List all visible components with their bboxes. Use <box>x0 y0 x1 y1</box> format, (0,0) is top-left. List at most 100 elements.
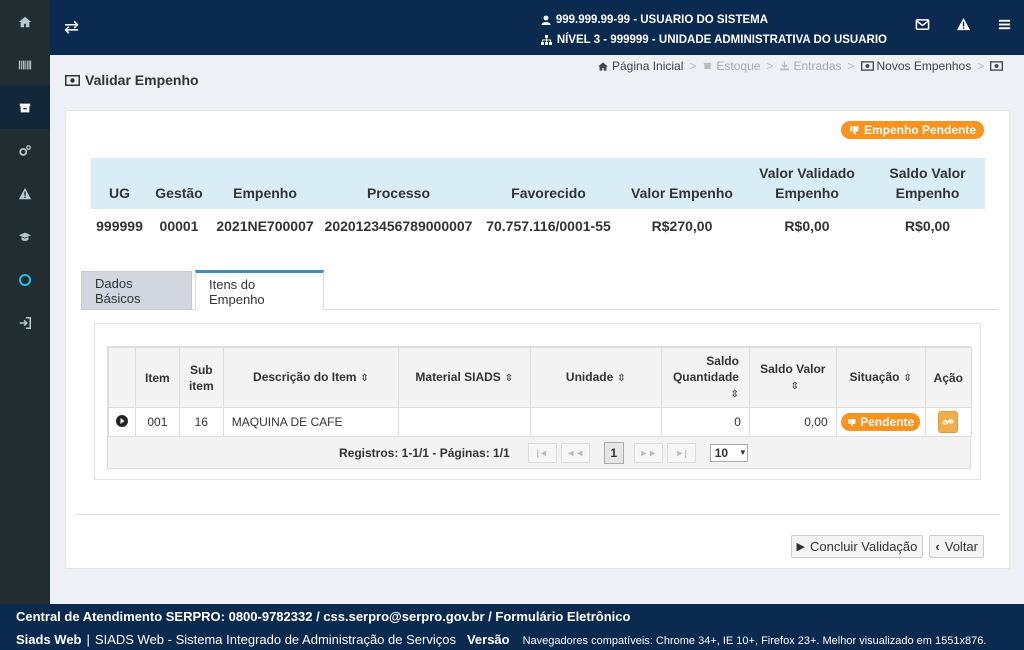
status-badge: Empenho Pendente <box>840 121 984 139</box>
swap-icon[interactable]: ⇄ <box>64 17 79 38</box>
summary-value: 2020123456789000007 <box>324 218 473 234</box>
chevron-left-icon: ‹ <box>935 539 940 554</box>
unit-line: NÍVEL 3 - 999999 - UNIDADE ADMINISTRATIV… <box>556 34 887 46</box>
archive-icon <box>704 62 712 70</box>
grid-header-expand <box>108 347 136 408</box>
per-page-select[interactable]: 10 ▼ <box>709 443 748 462</box>
summary-value: R$270,00 <box>651 218 713 234</box>
cell-saldo-valor: 0,00 <box>748 407 837 437</box>
main-panel: Empenho Pendente UG Gestão Empenho Proce… <box>65 110 1010 569</box>
sort-icon: ⇳ <box>730 388 739 400</box>
summary-header: Favorecido <box>477 158 620 209</box>
home-icon[interactable] <box>0 0 50 43</box>
circle-icon[interactable] <box>0 258 50 301</box>
summary-header: UG <box>91 158 148 209</box>
cell-descricao: MAQUINA DE CAFE <box>222 407 400 437</box>
home-icon <box>598 61 608 71</box>
expand-row-button[interactable] <box>108 407 136 437</box>
breadcrumb-home[interactable]: Página Inicial <box>597 59 683 73</box>
archive-icon[interactable] <box>0 86 50 129</box>
sort-icon: ⇳ <box>617 372 626 384</box>
items-container: Item Sub item Descrição do Item ⇳ Materia… <box>94 323 981 480</box>
items-grid: Item Sub item Descrição do Item ⇳ Materia… <box>107 346 973 469</box>
sort-icon: ⇳ <box>360 372 369 384</box>
summary-header: Saldo Valor Empenho <box>870 158 985 209</box>
breadcrumb: Página Inicial > Estoque > Entradas > No… <box>597 59 1004 73</box>
tab-bar: Dados Básicos Itens do Empenho <box>81 270 998 311</box>
items-table: Item Sub item Descrição do Item ⇳ Materia… <box>108 347 973 437</box>
cell-subitem: 16 <box>178 407 224 437</box>
thumbs-down-icon <box>848 418 856 426</box>
footer-support: Central de Atendimento SERPRO: 0800-9782… <box>16 609 631 624</box>
prev-page-button[interactable]: ◄◄ <box>560 442 590 463</box>
summary-value: R$0,00 <box>784 218 830 234</box>
grid-header-item[interactable]: Item <box>134 347 180 408</box>
grid-header-unidade[interactable]: Unidade ⇳ <box>529 347 663 408</box>
current-page[interactable]: 1 <box>603 441 624 464</box>
menu-icon[interactable] <box>997 17 1012 32</box>
concluir-validacao-button[interactable]: ▶ Concluir Validação <box>790 535 924 558</box>
sign-in-icon[interactable] <box>0 301 50 344</box>
breadcrumb-novos-empenhos[interactable]: Novos Empenhos <box>860 59 971 73</box>
footer-info: Siads Web | SIADS Web - Sistema Integrad… <box>16 632 987 647</box>
voltar-button[interactable]: ‹ Voltar <box>929 535 984 558</box>
pager: Registros: 1-1/1 - Páginas: 1/1 |◄ ◄◄ 1 … <box>108 437 970 468</box>
table-row: 001 16 MAQUINA DE CAFE 0 0,00 Pendente <box>108 407 973 437</box>
graduation-cap-icon[interactable] <box>0 215 50 258</box>
alert-icon[interactable] <box>956 17 971 32</box>
money-icon <box>65 74 80 86</box>
footer-system: SIADS Web - Sistema Integrado de Adminis… <box>94 632 456 647</box>
cell-material <box>398 407 531 437</box>
warning-icon[interactable] <box>0 172 50 215</box>
next-page-button[interactable]: ►► <box>633 442 663 463</box>
grid-header-saldo-valor[interactable]: Saldo Valor ⇳ <box>748 347 837 408</box>
user-line: 999.999.99-99 - USUARIO DO SISTEMA <box>555 14 769 26</box>
footer-brand: Siads Web <box>16 632 82 647</box>
sitemap-icon <box>540 35 552 45</box>
link-action-button[interactable] <box>938 411 959 433</box>
sort-icon: ⇳ <box>790 380 799 392</box>
summary-table: UG Gestão Empenho Processo Favorecido Va… <box>91 158 985 243</box>
play-icon: ▶ <box>796 541 805 553</box>
summary-header: Gestão <box>148 158 210 209</box>
chevron-down-icon: ▼ <box>738 448 747 457</box>
breadcrumb-estoque[interactable]: Estoque <box>702 59 760 73</box>
page-title: Validar Empenho <box>65 72 199 88</box>
summary-value: 999999 <box>96 218 143 234</box>
footer-version: Versão <box>466 632 510 647</box>
top-header: ⇄ 999.999.99-99 - USUARIO DO SISTEMA NÍV… <box>50 0 1024 55</box>
play-circle-icon <box>115 414 128 427</box>
grid-header-material[interactable]: Material SIADS ⇳ <box>398 347 531 408</box>
breadcrumb-entradas[interactable]: Entradas <box>779 59 842 73</box>
envelope-icon[interactable] <box>915 17 930 32</box>
summary-value: 2021NE700007 <box>216 218 314 234</box>
thumbs-down-icon <box>850 126 859 135</box>
user-icon <box>541 15 551 25</box>
cell-unidade <box>529 407 663 437</box>
cell-item: 001 <box>134 407 180 437</box>
user-info: 999.999.99-99 - USUARIO DO SISTEMA NÍVEL… <box>540 10 887 50</box>
summary-value: 00001 <box>159 218 199 234</box>
summary-value: 70.757.116/0001-55 <box>486 218 611 234</box>
grid-header-saldo-quantidade[interactable]: Saldo Quantidade ⇳ <box>661 347 750 408</box>
tab-dados-basicos[interactable]: Dados Básicos <box>81 271 192 310</box>
summary-header: Valor Empenho <box>620 158 744 209</box>
barcode-icon[interactable] <box>0 43 50 86</box>
sort-icon: ⇳ <box>903 372 912 384</box>
footer: Central de Atendimento SERPRO: 0800-9782… <box>0 604 1024 650</box>
last-page-button[interactable]: ►| <box>666 442 696 463</box>
summary-header: Empenho <box>210 158 320 209</box>
sidebar <box>0 0 50 604</box>
grid-header-situacao[interactable]: Situação ⇳ <box>835 347 926 408</box>
cell-situacao: Pendente <box>835 407 926 437</box>
pendente-badge[interactable]: Pendente <box>841 413 921 431</box>
grid-header-descricao[interactable]: Descrição do Item ⇳ <box>222 347 400 408</box>
money-icon <box>860 61 874 71</box>
grid-header-subitem[interactable]: Sub item <box>178 347 224 408</box>
grid-header-acao: Ação <box>924 347 973 408</box>
cogs-icon[interactable] <box>0 129 50 172</box>
first-page-button[interactable]: |◄ <box>527 442 557 463</box>
tab-itens-do-empenho[interactable]: Itens do Empenho <box>195 270 324 311</box>
summary-header: Processo <box>320 158 477 209</box>
download-icon <box>780 61 790 71</box>
